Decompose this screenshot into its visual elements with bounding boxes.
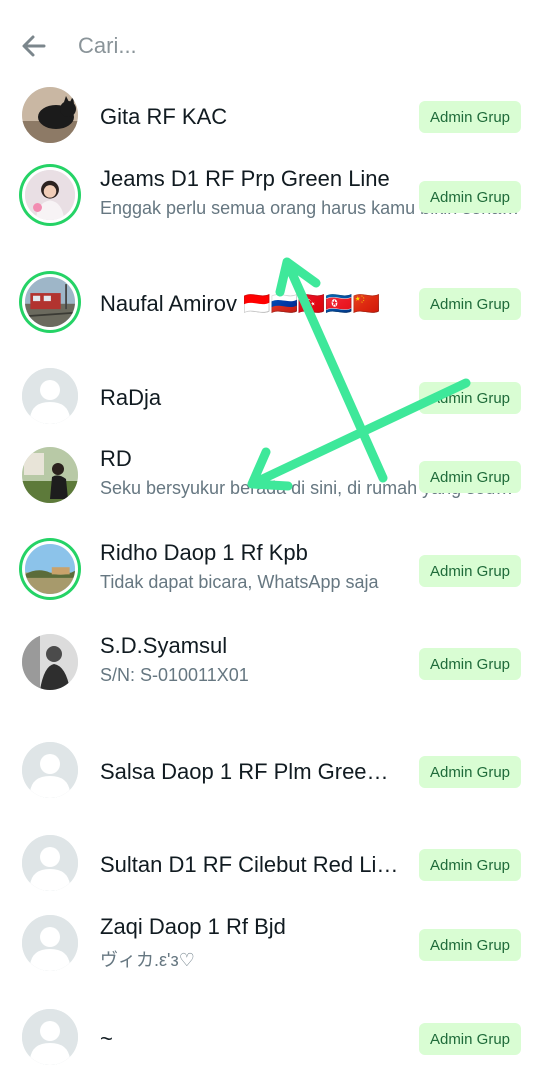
arrow-left-icon[interactable] bbox=[18, 30, 50, 62]
default-avatar[interactable] bbox=[22, 915, 78, 971]
participant-row[interactable]: ~ Admin Grup bbox=[0, 994, 540, 1084]
admin-badge: Admin Grup bbox=[419, 849, 521, 881]
admin-badge: Admin Grup bbox=[419, 555, 521, 587]
default-avatar[interactable] bbox=[22, 368, 78, 424]
participant-row[interactable]: Zaqi Daop 1 Rf Bjd ヴィカ.ε'з♡ Admin Grup bbox=[0, 900, 540, 990]
participant-row[interactable]: Naufal Amirov 🇮🇩🇷🇺🇹🇷🇰🇵🇨🇳 Admin Grup bbox=[0, 259, 540, 349]
participant-row[interactable]: S.D.Syamsul S/N: S-010011X01 Admin Grup bbox=[0, 619, 540, 709]
person-icon bbox=[22, 368, 78, 424]
person-icon bbox=[22, 1009, 78, 1065]
participant-row[interactable]: Salsa Daop 1 RF Plm Green Line Admin Grup bbox=[0, 727, 540, 817]
participant-name: Naufal Amirov 🇮🇩🇷🇺🇹🇷🇰🇵🇨🇳 bbox=[100, 291, 381, 316]
avatar[interactable] bbox=[25, 544, 75, 594]
participant-name: S.D.Syamsul bbox=[100, 633, 228, 658]
participant-name: Jeams D1 RF Prp Green Line bbox=[100, 166, 390, 191]
admin-badge: Admin Grup bbox=[419, 756, 521, 788]
admin-badge: Admin Grup bbox=[419, 101, 521, 133]
admin-badge: Admin Grup bbox=[419, 648, 521, 680]
avatar[interactable] bbox=[22, 87, 78, 143]
participant-name: Zaqi Daop 1 Rf Bjd bbox=[100, 914, 286, 939]
participant-row[interactable]: Gita RF KAC Admin Grup bbox=[0, 72, 540, 162]
participant-row[interactable]: RD Seku bersyukur berada di sini, di ruma… bbox=[0, 432, 540, 522]
participant-row[interactable]: Ridho Daop 1 Rf Kpb Tidak dapat bicara, W… bbox=[0, 526, 540, 616]
admin-badge: Admin Grup bbox=[419, 461, 521, 493]
default-avatar[interactable] bbox=[22, 742, 78, 798]
person-icon bbox=[22, 742, 78, 798]
person-icon bbox=[22, 915, 78, 971]
participant-name: Sultan D1 RF Cilebut Red Line bbox=[100, 852, 400, 877]
admin-badge: Admin Grup bbox=[419, 929, 521, 961]
admin-badge: Admin Grup bbox=[419, 382, 521, 414]
avatar[interactable] bbox=[25, 170, 75, 220]
default-avatar[interactable] bbox=[22, 835, 78, 891]
admin-badge: Admin Grup bbox=[419, 1023, 521, 1055]
participant-name: Salsa Daop 1 RF Plm Green Line bbox=[100, 759, 400, 784]
participant-row[interactable]: Sultan D1 RF Cilebut Red Line Admin Grup bbox=[0, 820, 540, 910]
participant-name: Ridho Daop 1 Rf Kpb bbox=[100, 540, 308, 565]
search-input[interactable] bbox=[78, 28, 498, 64]
participant-name: RD bbox=[100, 446, 132, 471]
avatar[interactable] bbox=[22, 634, 78, 690]
person-icon bbox=[22, 835, 78, 891]
participant-name: RaDja bbox=[100, 385, 162, 410]
participant-name: ~ bbox=[100, 1026, 113, 1051]
avatar[interactable] bbox=[25, 277, 75, 327]
avatar[interactable] bbox=[22, 447, 78, 503]
participant-row[interactable]: RaDja Admin Grup bbox=[0, 353, 540, 443]
admin-badge: Admin Grup bbox=[419, 181, 521, 213]
participant-row[interactable]: Jeams D1 RF Prp Green Line Enggak perlu s… bbox=[0, 152, 540, 242]
admin-badge: Admin Grup bbox=[419, 288, 521, 320]
participant-name: Gita RF KAC bbox=[100, 104, 228, 129]
default-avatar[interactable] bbox=[22, 1009, 78, 1065]
